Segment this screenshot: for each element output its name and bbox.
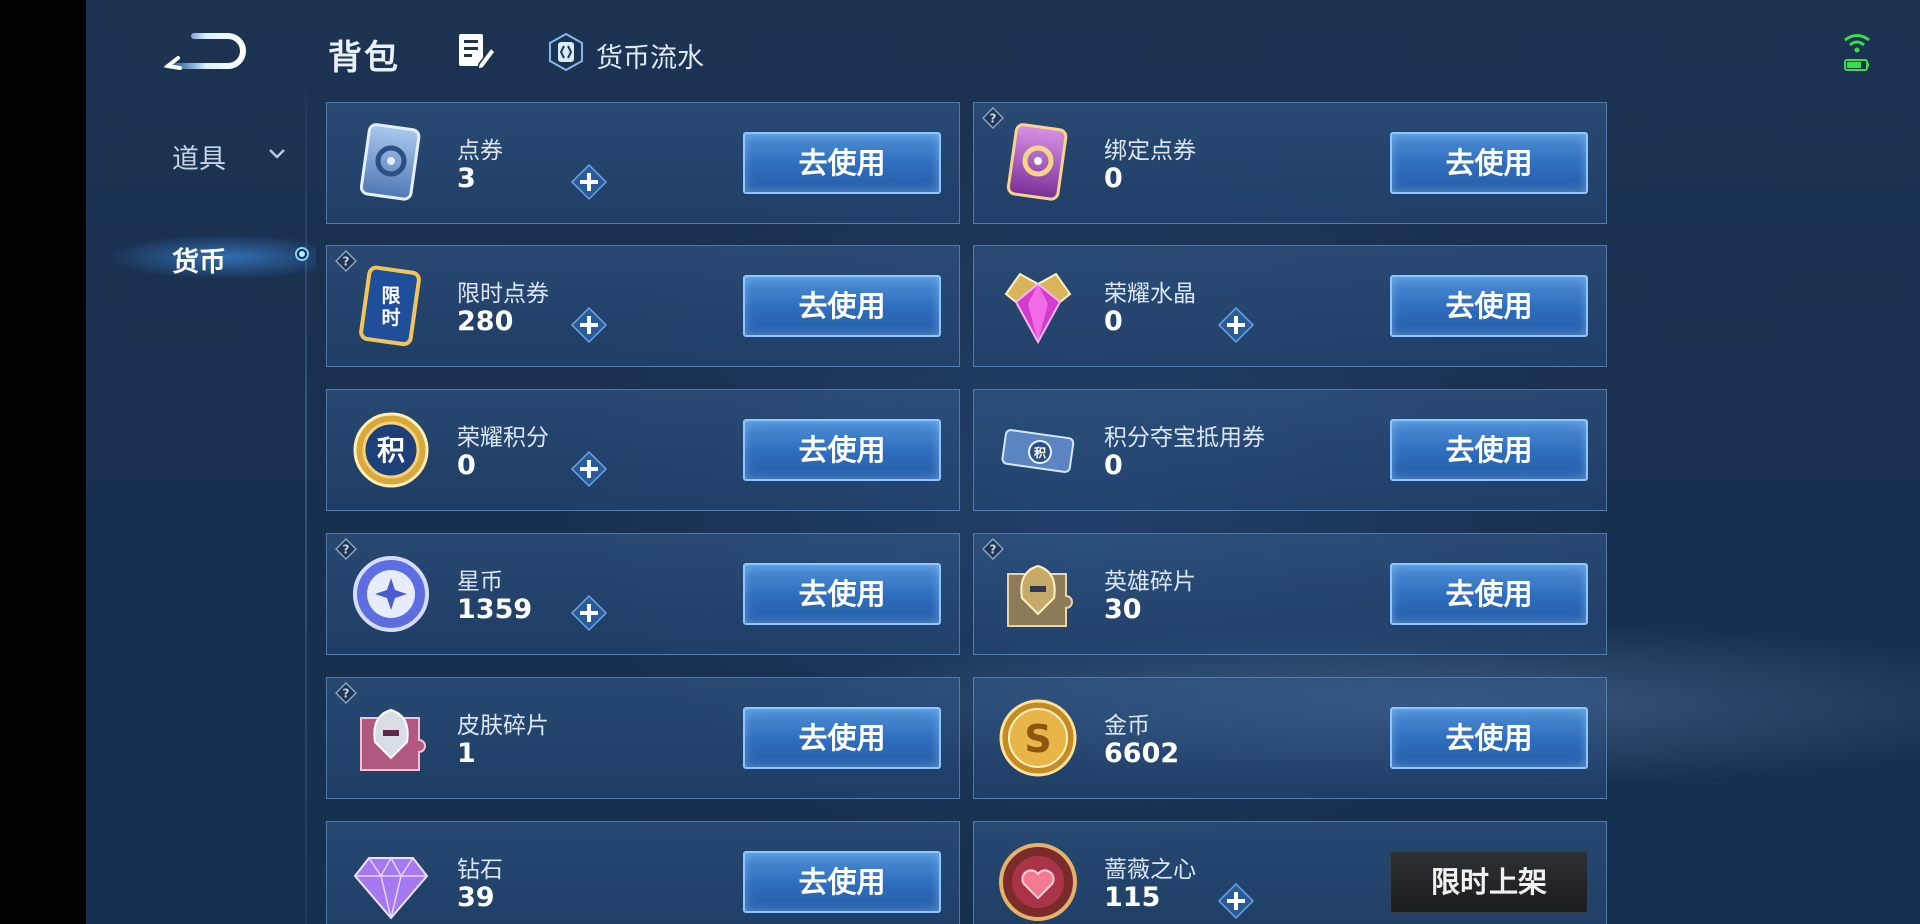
page-title: 背包 xyxy=(328,38,400,78)
use-button[interactable]: 去使用 xyxy=(743,563,941,625)
currency-name: 荣耀水晶 xyxy=(1104,281,1196,307)
currency-card: 荣耀水晶 0 去使用 xyxy=(973,245,1607,367)
currency-name: 英雄碎片 xyxy=(1104,569,1196,595)
currency-name: 积分夺宝抵用券 xyxy=(1104,425,1265,451)
use-button[interactable]: 去使用 xyxy=(743,707,941,769)
currency-name: 限时点券 xyxy=(457,281,549,307)
currency-card: S 金币 6602 去使用 xyxy=(973,677,1607,799)
currency-amount: 0 xyxy=(457,450,476,481)
currency-amount: 39 xyxy=(457,882,495,913)
glory-crystal-icon xyxy=(996,264,1080,348)
currency-card: ? 星币 1359 去使用 xyxy=(326,533,960,655)
edit-icon[interactable] xyxy=(455,31,497,71)
currency-amount: 3 xyxy=(457,163,476,194)
nav-currency-label: 货币 xyxy=(172,247,226,278)
currency-amount: 30 xyxy=(1104,594,1142,625)
help-icon[interactable]: ? xyxy=(981,106,1005,130)
nav-item-currency[interactable]: 货币 xyxy=(86,230,296,286)
svg-text:?: ? xyxy=(343,687,350,701)
svg-text:?: ? xyxy=(990,543,997,557)
svg-text:S: S xyxy=(1024,717,1051,761)
svg-text:?: ? xyxy=(343,543,350,557)
use-button[interactable]: 去使用 xyxy=(1390,132,1588,194)
currency-name: 蔷薇之心 xyxy=(1104,857,1196,883)
currency-amount: 115 xyxy=(1104,882,1161,913)
currency-name: 皮肤碎片 xyxy=(457,713,549,739)
chevron-down-icon xyxy=(269,149,285,159)
currency-screen: 道具 货币 背包 货币流水 点券 3 去使用? 绑定点券 0 去使用限时? 限时点券 280 去… xyxy=(86,0,1920,924)
currency-name: 绑定点券 xyxy=(1104,138,1196,164)
limited-shelf-button[interactable]: 限时上架 xyxy=(1390,851,1588,913)
skin-fragment-icon xyxy=(349,696,433,780)
svg-text:积: 积 xyxy=(1034,445,1046,460)
currency-amount: 1359 xyxy=(457,594,533,625)
limited-voucher-icon: 限时 xyxy=(349,264,433,348)
voucher-card-icon xyxy=(349,121,433,205)
currency-card: ? 绑定点券 0 去使用 xyxy=(973,102,1607,224)
glory-points-coin-icon: 积 xyxy=(349,408,433,492)
nav-selected-indicator xyxy=(295,247,309,261)
currency-amount: 0 xyxy=(1104,163,1123,194)
use-button[interactable]: 去使用 xyxy=(743,275,941,337)
currency-flow-icon xyxy=(549,32,583,72)
currency-amount: 0 xyxy=(1104,306,1123,337)
use-button[interactable]: 去使用 xyxy=(743,419,941,481)
add-currency-plus-icon[interactable] xyxy=(1217,882,1255,920)
use-button[interactable]: 去使用 xyxy=(743,132,941,194)
rose-heart-icon xyxy=(996,840,1080,924)
points-coupon-icon: 积 xyxy=(996,408,1080,492)
help-icon[interactable]: ? xyxy=(981,537,1005,561)
currency-card: 点券 3 去使用 xyxy=(326,102,960,224)
svg-text:?: ? xyxy=(990,112,997,126)
use-button[interactable]: 去使用 xyxy=(1390,563,1588,625)
diamond-icon xyxy=(349,840,433,924)
bound-voucher-card-icon xyxy=(996,121,1080,205)
add-currency-plus-icon[interactable] xyxy=(570,306,608,344)
svg-text:限: 限 xyxy=(381,285,400,307)
currency-card: ? 英雄碎片 30 去使用 xyxy=(973,533,1607,655)
currency-name: 星币 xyxy=(457,569,503,595)
help-icon[interactable]: ? xyxy=(334,537,358,561)
back-arrow-icon xyxy=(163,33,246,70)
currency-card: 积 积分夺宝抵用券 0 去使用 xyxy=(973,389,1607,511)
currency-name: 金币 xyxy=(1104,713,1150,739)
star-coin-icon xyxy=(349,552,433,636)
svg-text:积: 积 xyxy=(377,434,405,467)
currency-flow-label: 货币流水 xyxy=(596,43,704,74)
use-button[interactable]: 去使用 xyxy=(1390,707,1588,769)
hero-fragment-icon xyxy=(996,552,1080,636)
add-currency-plus-icon[interactable] xyxy=(570,594,608,632)
add-currency-plus-icon[interactable] xyxy=(1217,306,1255,344)
use-button[interactable]: 去使用 xyxy=(1390,275,1588,337)
currency-card: 积 荣耀积分 0 去使用 xyxy=(326,389,960,511)
use-button[interactable]: 去使用 xyxy=(1390,419,1588,481)
add-currency-plus-icon[interactable] xyxy=(570,163,608,201)
svg-text:时: 时 xyxy=(381,307,400,329)
svg-text:?: ? xyxy=(343,255,350,269)
currency-card: 限时? 限时点券 280 去使用 xyxy=(326,245,960,367)
nav-item-props[interactable]: 道具 xyxy=(86,127,296,183)
currency-amount: 1 xyxy=(457,738,476,769)
currency-card: 蔷薇之心 115 限时上架 xyxy=(973,821,1607,924)
currency-amount: 0 xyxy=(1104,450,1123,481)
currency-name: 点券 xyxy=(457,138,503,164)
currency-name: 钻石 xyxy=(457,857,503,883)
back-button[interactable] xyxy=(163,28,254,74)
currency-card: 钻石 39 去使用 xyxy=(326,821,960,924)
help-icon[interactable]: ? xyxy=(334,249,358,273)
use-button[interactable]: 去使用 xyxy=(743,851,941,913)
currency-name: 荣耀积分 xyxy=(457,425,549,451)
nav-props-label: 道具 xyxy=(172,144,226,175)
gold-coin-icon: S xyxy=(996,696,1080,780)
add-currency-plus-icon[interactable] xyxy=(570,450,608,488)
wifi-icon xyxy=(1844,34,1870,71)
currency-card: ? 皮肤碎片 1 去使用 xyxy=(326,677,960,799)
currency-amount: 280 xyxy=(457,306,514,337)
currency-amount: 6602 xyxy=(1104,738,1180,769)
help-icon[interactable]: ? xyxy=(334,681,358,705)
